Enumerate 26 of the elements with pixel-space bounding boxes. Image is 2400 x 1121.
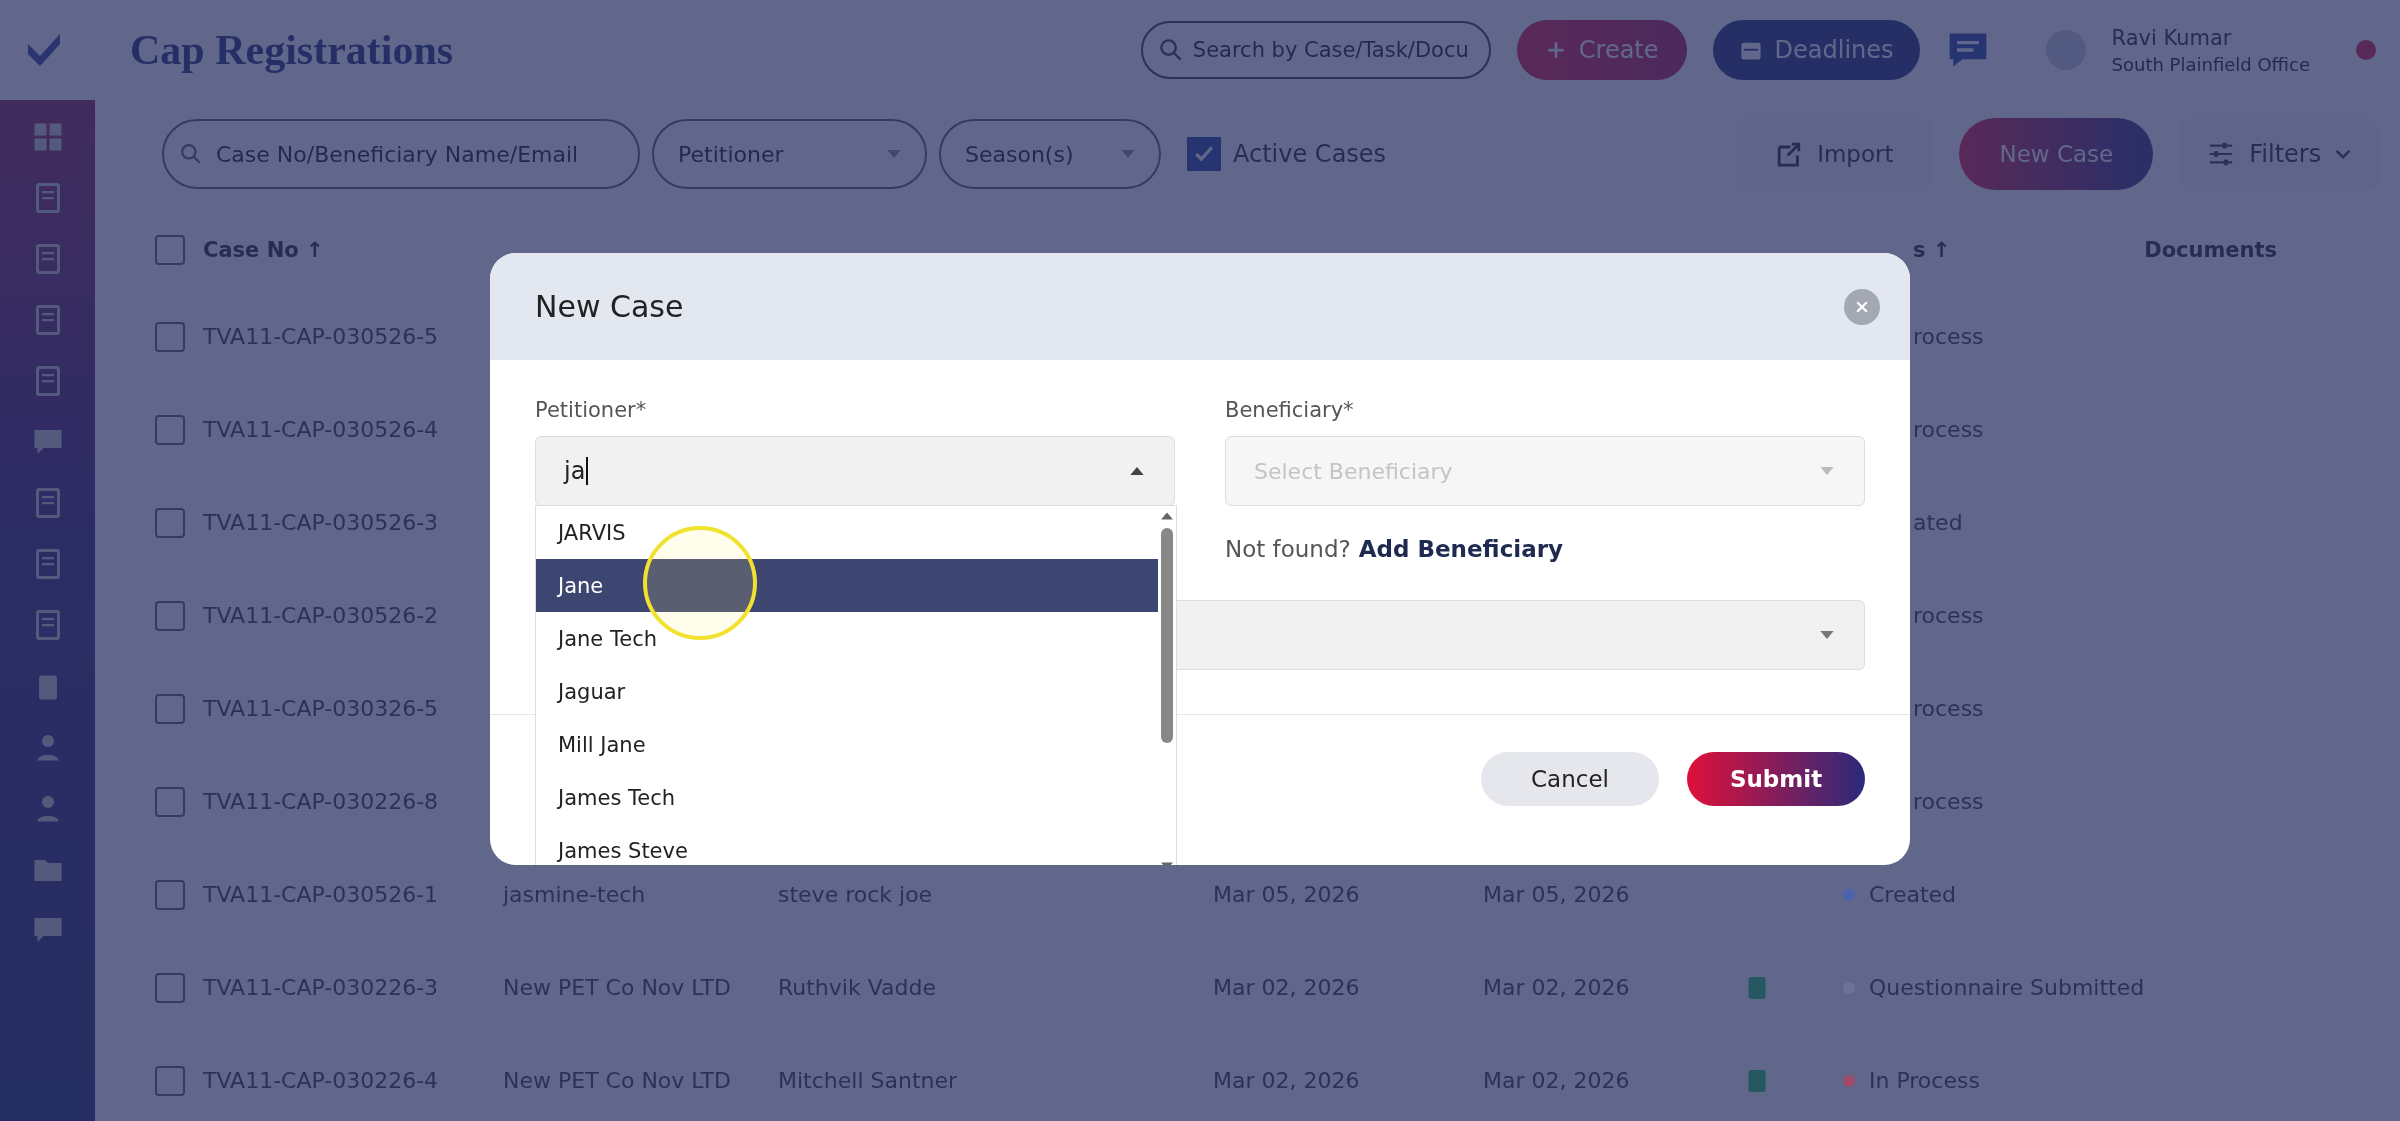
- field-label: Beneficiary*: [1225, 398, 1355, 422]
- user-office: South Plainfield Office: [2111, 53, 2310, 75]
- dialog-title: New Case: [535, 289, 684, 324]
- dropdown-option[interactable]: Jane Tech: [536, 612, 1158, 665]
- close-button[interactable]: [1844, 288, 1880, 325]
- cancel-button[interactable]: Cancel: [1481, 752, 1659, 806]
- dropdown-option[interactable]: Mill Jane: [536, 718, 1158, 771]
- scroll-up-icon[interactable]: [1161, 512, 1173, 520]
- active-cases-label: Active Cases: [1233, 140, 1387, 168]
- close-icon: [1856, 300, 1868, 313]
- petitioner-field[interactable]: ja: [535, 436, 1175, 506]
- dropdown-option[interactable]: James Tech: [536, 771, 1158, 824]
- submit-button[interactable]: Submit: [1687, 752, 1865, 806]
- page-title: Cap Registrations: [130, 26, 454, 74]
- column-header: Documents: [2144, 238, 2279, 262]
- dropdown-option[interactable]: JARVIS: [536, 506, 1158, 559]
- dropdown-option[interactable]: Jaguar: [536, 665, 1158, 718]
- dropdown-option[interactable]: Jane: [536, 559, 1158, 612]
- field-label: Petitioner*: [535, 398, 648, 422]
- caret-icon: [1130, 467, 1144, 475]
- dropdown-option[interactable]: James Steve: [536, 824, 1158, 865]
- caret-icon: [1820, 631, 1834, 639]
- caret-icon: [1820, 467, 1834, 475]
- not-found-text: Not found?: [1225, 536, 1351, 562]
- add-beneficiary-link[interactable]: Add Beneficiary: [1358, 536, 1563, 562]
- user-name: Ravi Kumar: [2111, 25, 2233, 50]
